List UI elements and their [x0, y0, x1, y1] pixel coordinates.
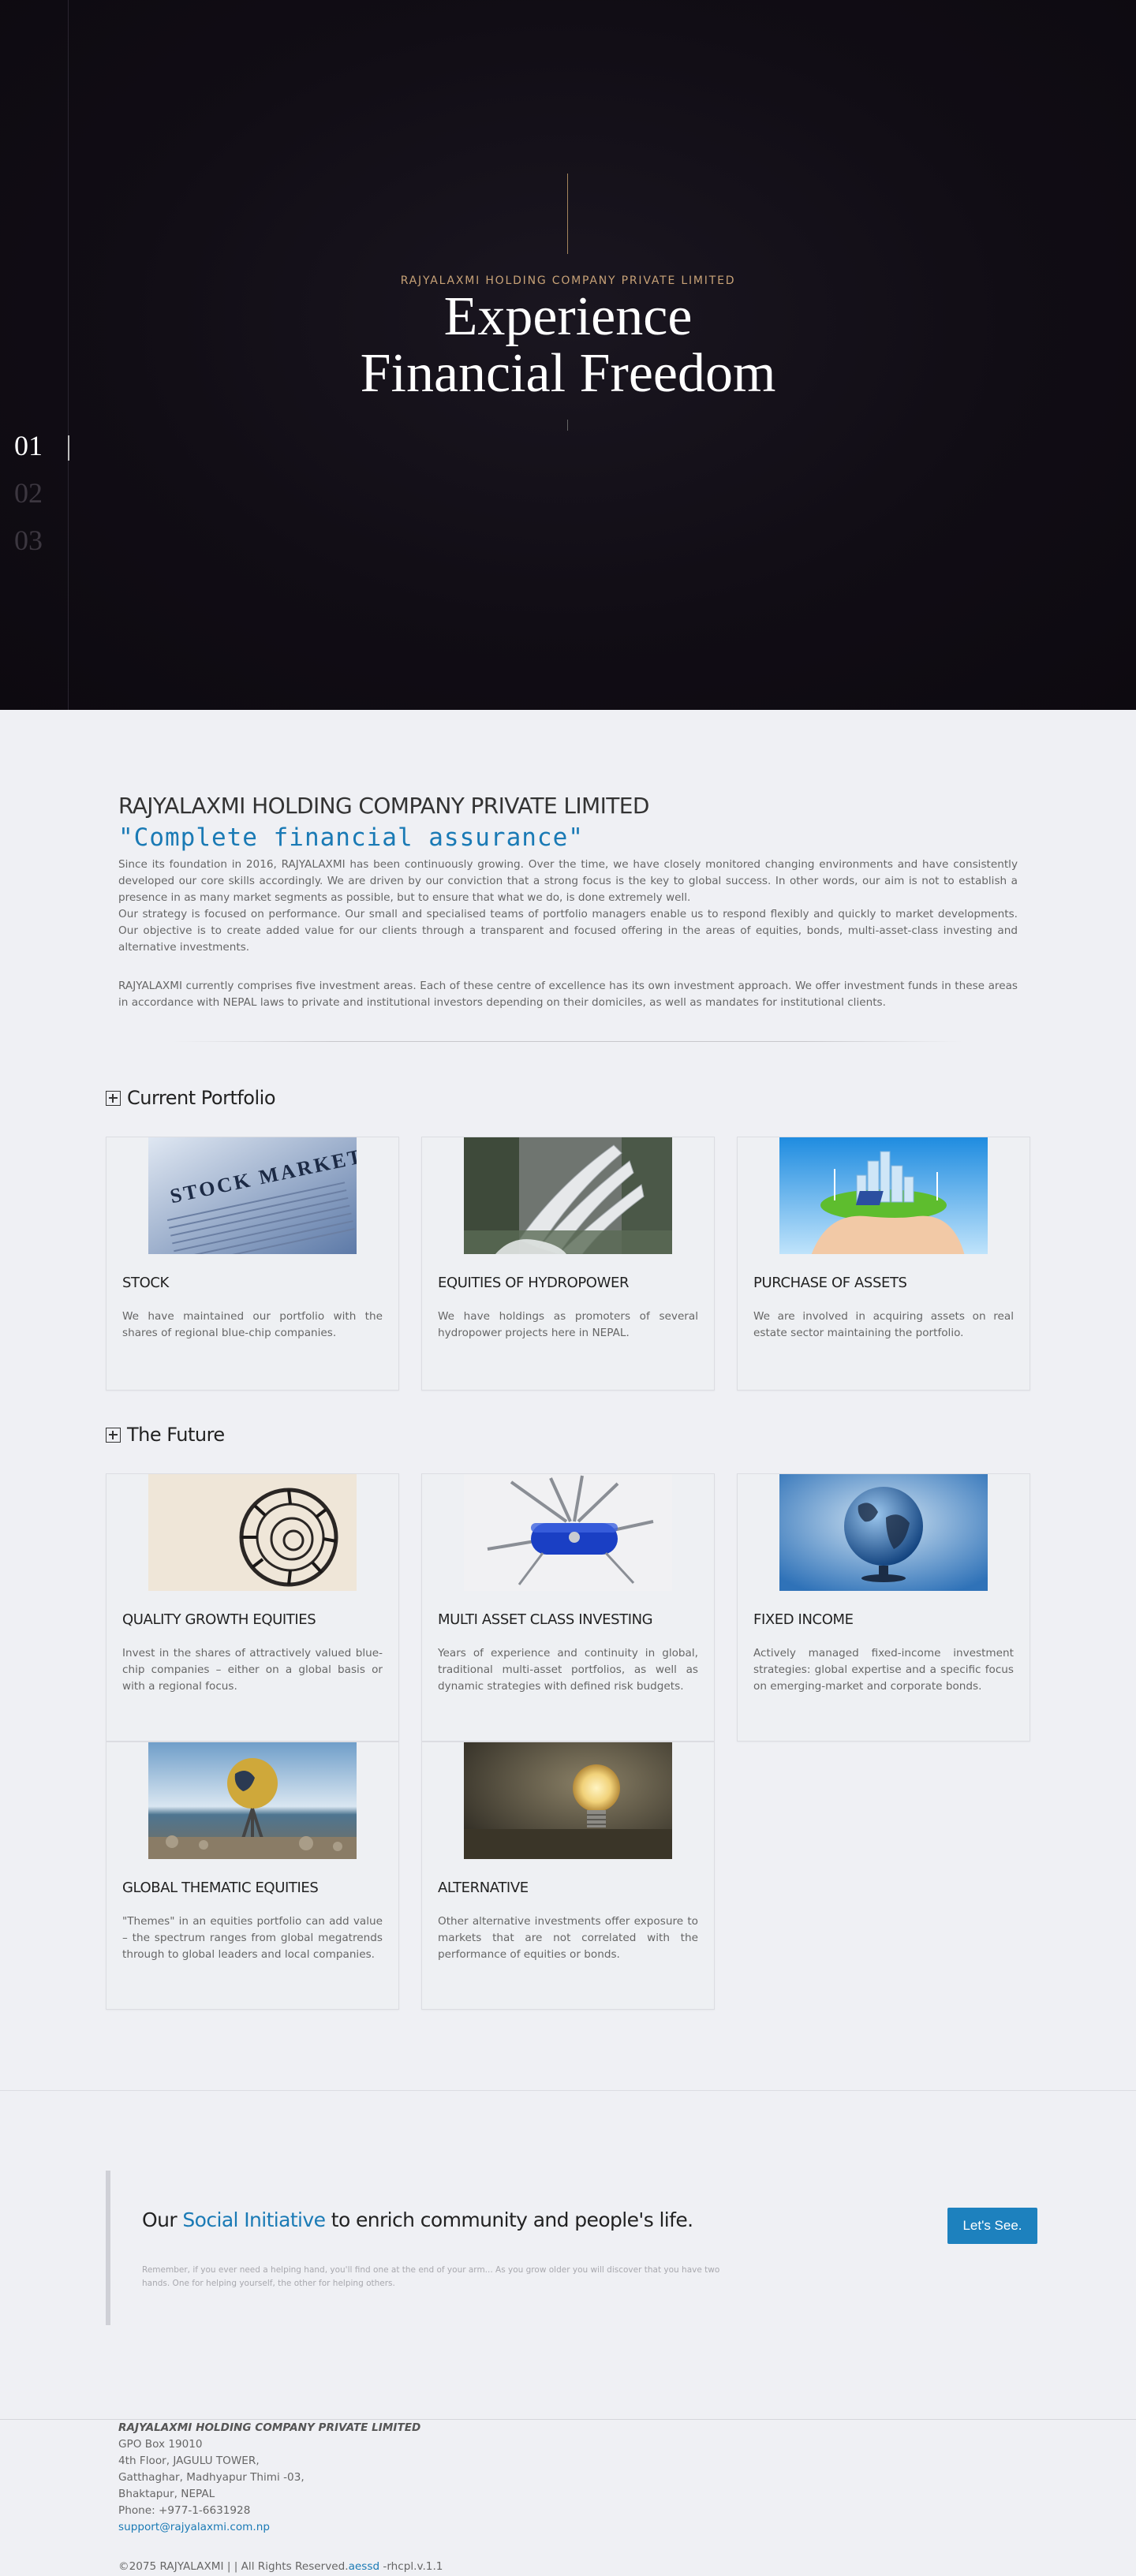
card-text: We have maintained our portfolio with th…	[122, 1310, 383, 1339]
stock-markets-image: STOCK MARKETS	[148, 1137, 357, 1254]
card-text: We have holdings as promoters of several…	[438, 1310, 698, 1339]
light-bulb-image	[464, 1742, 672, 1859]
footer-phone: Phone: +977-1-6631928	[118, 2504, 251, 2517]
card-title: FIXED INCOME	[753, 1611, 854, 1628]
about-paragraph: Our strategy is focused on performance. …	[118, 908, 1018, 954]
future-card-fixed-income[interactable]: FIXED INCOME Actively managed fixed-inco…	[737, 1473, 1030, 1742]
cta-heading-accent: Social Initiative	[182, 2208, 326, 2231]
hero-title-line1: Experience	[443, 286, 693, 347]
slide-nav-03[interactable]: 03	[14, 524, 43, 557]
swiss-army-knife-image	[464, 1474, 672, 1591]
section-divider	[0, 2090, 1136, 2091]
hero-decor-line-bottom	[567, 420, 568, 431]
cta-heading-pre: Our	[142, 2208, 183, 2231]
globe-sculpture-image	[148, 1742, 357, 1859]
footer-email-link[interactable]: support@rajyalaxmi.com.np	[118, 2519, 420, 2536]
card-title: EQUITIES OF HYDROPOWER	[438, 1275, 630, 1291]
footer-address-line: Bhaktapur, NEPAL	[118, 2488, 215, 2500]
credit-link[interactable]: aessd	[349, 2560, 380, 2573]
card-title: ALTERNATIVE	[438, 1880, 529, 1896]
portfolio-card-assets[interactable]: PURCHASE OF ASSETS We are involved in ac…	[737, 1137, 1030, 1391]
cta-quote: Remember, if you ever need a helping han…	[142, 2265, 720, 2288]
section-title: Current Portfolio	[127, 1087, 276, 1109]
card-title: GLOBAL THEMATIC EQUITIES	[122, 1880, 319, 1896]
tagline: "Complete financial assurance"	[118, 823, 584, 852]
portfolio-card-hydropower[interactable]: EQUITIES OF HYDROPOWER We have holdings …	[421, 1137, 715, 1391]
cta-heading-post: to enrich community and people's life.	[325, 2208, 693, 2231]
about-paragraph: Since its foundation in 2016, RAJYALAXMI…	[118, 858, 1018, 904]
card-title: MULTI ASSET CLASS INVESTING	[438, 1611, 653, 1628]
card-text: Invest in the shares of attractively val…	[122, 1647, 383, 1693]
card-text: "Themes" in an equities portfolio can ad…	[122, 1915, 383, 1961]
footer-address-line: Gatthaghar, Madhyapur Thimi -03,	[118, 2471, 305, 2484]
footer-company: RAJYALAXMI HOLDING COMPANY PRIVATE LIMIT…	[118, 2421, 421, 2434]
portfolio-card-stock[interactable]: STOCK MARKETS STOCK We have maintained o…	[106, 1137, 399, 1391]
version-text: -rhcpl.v.1.1	[379, 2560, 443, 2573]
footer: RAJYALAXMI HOLDING COMPANY PRIVATE LIMIT…	[118, 2420, 443, 2573]
card-title: QUALITY GROWTH EQUITIES	[122, 1611, 316, 1628]
card-text: Years of experience and continuity in gl…	[438, 1647, 698, 1693]
copyright-text: ©2075 RAJYALAXMI | | All Rights Reserved…	[118, 2560, 349, 2573]
cta-heading: Our Social Initiative to enrich communit…	[142, 2208, 693, 2231]
card-text: Actively managed fixed-income investment…	[753, 1647, 1014, 1693]
card-text: Other alternative investments offer expo…	[438, 1915, 698, 1961]
footer-address-line: GPO Box 19010	[118, 2438, 203, 2451]
future-card-quality-growth[interactable]: QUALITY GROWTH EQUITIES Invest in the sh…	[106, 1473, 399, 1742]
spiral-staircase-image	[148, 1474, 357, 1591]
section-title: The Future	[127, 1424, 225, 1446]
hero-kicker: RAJYALAXMI HOLDING COMPANY PRIVATE LIMIT…	[400, 274, 736, 287]
hands-holding-city-image	[779, 1137, 988, 1254]
footer-address-line: 4th Floor, JAGULU TOWER,	[118, 2455, 260, 2467]
section-divider	[174, 1041, 962, 1042]
card-text: We are involved in acquiring assets on r…	[753, 1310, 1014, 1339]
copyright: ©2075 RAJYALAXMI | | All Rights Reserved…	[118, 2559, 443, 2575]
portfolio-heading[interactable]: Current Portfolio	[106, 1087, 276, 1109]
glass-globe-image	[779, 1474, 988, 1591]
card-title: PURCHASE OF ASSETS	[753, 1275, 907, 1291]
dam-spillway-image	[464, 1137, 672, 1254]
hero-title: Experience Financial Freedom	[0, 289, 1136, 402]
company-heading: RAJYALAXMI HOLDING COMPANY PRIVATE LIMIT…	[118, 793, 649, 819]
plus-square-icon[interactable]	[106, 1427, 121, 1443]
lets-see-button[interactable]: Let's See.	[947, 2208, 1037, 2244]
about-section: RAJYALAXMI HOLDING COMPANY PRIVATE LIMIT…	[118, 793, 1018, 1011]
slider-active-indicator	[68, 435, 69, 461]
hero-decor-line	[567, 174, 568, 254]
future-card-multi-asset[interactable]: MULTI ASSET CLASS INVESTING Years of exp…	[421, 1473, 715, 1742]
about-paragraph: RAJYALAXMI currently comprises five inve…	[118, 980, 1018, 1009]
future-heading[interactable]: The Future	[106, 1424, 225, 1446]
hero-title-line2: Financial Freedom	[360, 343, 776, 404]
social-initiative-banner: Our Social Initiative to enrich communit…	[106, 2171, 1037, 2325]
slide-nav-01[interactable]: 01	[14, 429, 43, 462]
future-card-alternative[interactable]: ALTERNATIVE Other alternative investment…	[421, 1742, 715, 2010]
slide-nav-02[interactable]: 02	[14, 476, 43, 510]
future-card-global-thematic[interactable]: GLOBAL THEMATIC EQUITIES "Themes" in an …	[106, 1742, 399, 2010]
hero-slider: RAJYALAXMI HOLDING COMPANY PRIVATE LIMIT…	[0, 0, 1136, 710]
card-title: STOCK	[122, 1275, 169, 1291]
plus-square-icon[interactable]	[106, 1090, 121, 1106]
